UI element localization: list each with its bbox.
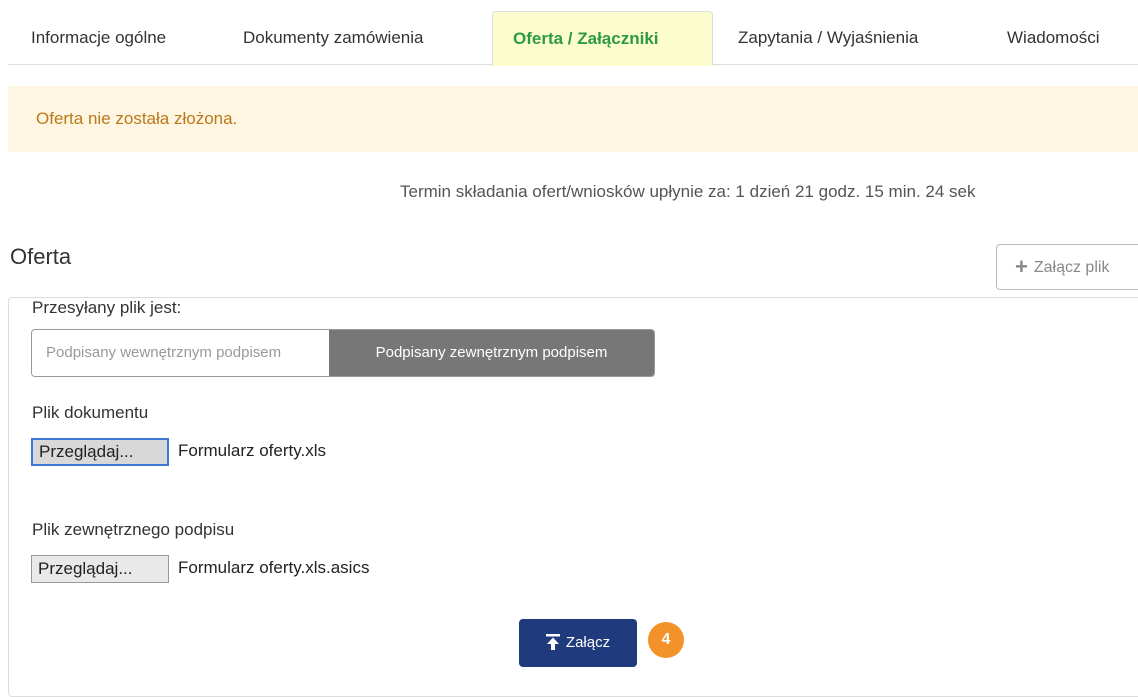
tab-messages[interactable]: Wiadomości (987, 11, 1120, 65)
signature-file-label: Plik zewnętrznego podpisu (32, 520, 235, 539)
signature-file-name: Formularz oferty.xls.asics (178, 558, 370, 577)
tab-questions-explanations[interactable]: Zapytania / Wyjaśnienia (718, 11, 938, 65)
step-badge: 4 (648, 622, 684, 658)
attach-submit-label: Załącz (565, 634, 611, 651)
offer-status-alert: Oferta nie została złożona. (8, 86, 1138, 152)
attach-file-button[interactable]: + Załącz plik (996, 244, 1138, 290)
deadline-countdown: Termin składania ofert/wniosków upłynie … (400, 182, 976, 201)
upload-icon (545, 634, 560, 650)
document-file-name: Formularz oferty.xls (178, 441, 326, 460)
attach-submit-button[interactable]: Załącz (519, 619, 637, 667)
file-type-label: Przesyłany plik jest: (32, 298, 182, 317)
internal-signature-option[interactable]: Podpisany wewnętrznym podpisem (32, 330, 329, 376)
plus-icon: + (1015, 254, 1028, 279)
document-file-label: Plik dokumentu (32, 403, 149, 422)
section-title: Oferta (10, 244, 72, 269)
tab-general-info[interactable]: Informacje ogólne (11, 11, 186, 65)
document-browse-button[interactable]: Przeglądaj... (31, 438, 169, 466)
external-signature-option[interactable]: Podpisany zewnętrznym podpisem (329, 330, 654, 376)
tab-order-documents[interactable]: Dokumenty zamówienia (223, 11, 443, 65)
attach-file-label: Załącz plik (1033, 259, 1110, 276)
tab-bar: Informacje ogólne Dokumenty zamówienia O… (0, 0, 1138, 66)
signature-browse-button[interactable]: Przeglądaj... (31, 555, 169, 583)
signature-type-toggle: Podpisany wewnętrznym podpisem Podpisany… (31, 329, 655, 377)
tab-offer-attachments[interactable]: Oferta / Załączniki (492, 11, 713, 66)
